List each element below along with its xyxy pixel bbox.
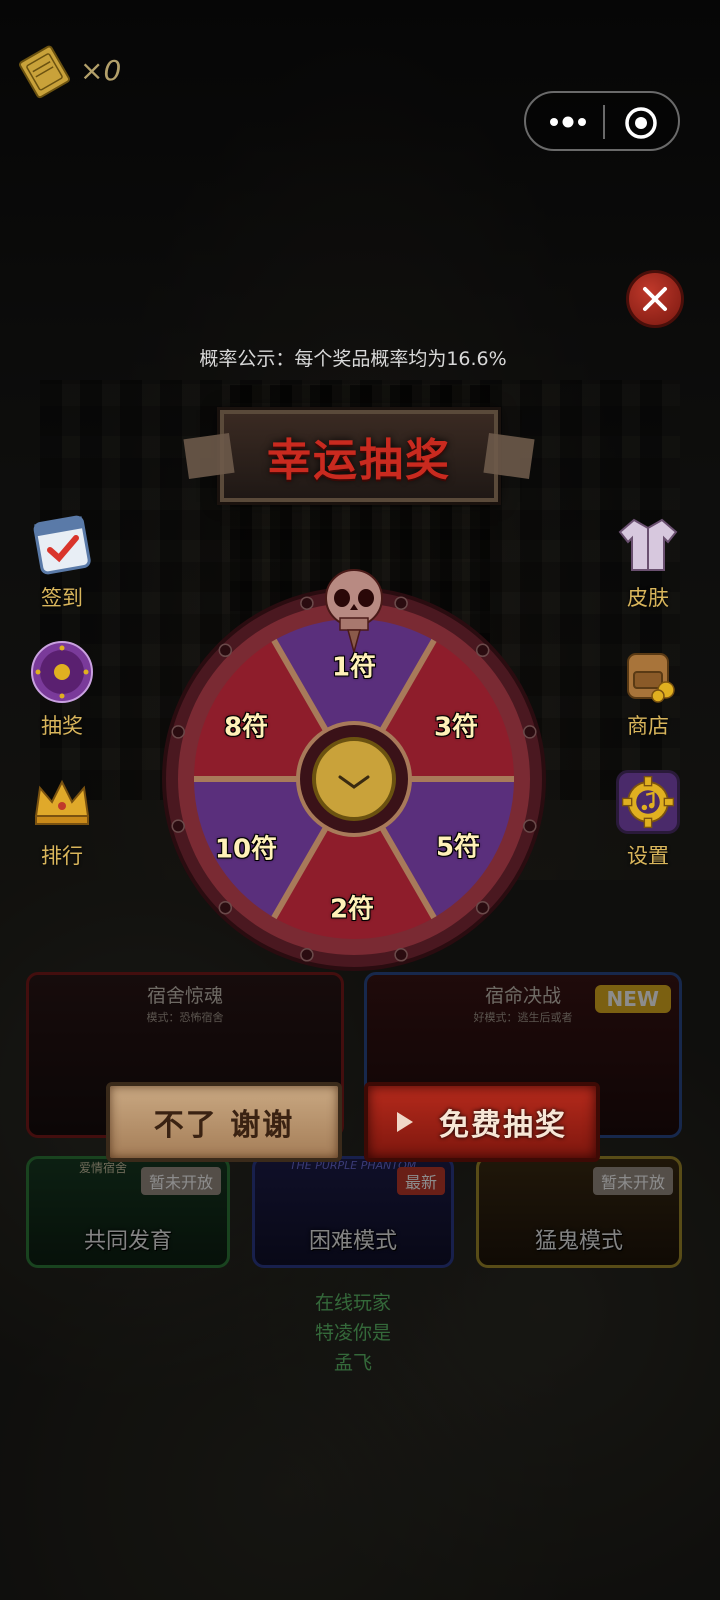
menu-label: 商店 bbox=[627, 714, 669, 738]
title-banner: 幸运抽奖 bbox=[183, 410, 535, 502]
gear-music-icon bbox=[616, 770, 680, 834]
spin-center-button[interactable] bbox=[312, 737, 396, 821]
wheel-bolt bbox=[218, 900, 233, 915]
prize-label-1: 1符 bbox=[331, 652, 377, 683]
decline-button[interactable]: 不了 谢谢 bbox=[106, 1082, 342, 1162]
jacket-icon bbox=[616, 512, 680, 576]
menu-label: 排行 bbox=[41, 844, 83, 868]
prize-label-8: 8符 bbox=[223, 712, 269, 743]
ticket-count: ×0 bbox=[80, 54, 122, 87]
more-options-icon[interactable] bbox=[544, 107, 592, 137]
menu-shop[interactable]: 商店 bbox=[598, 640, 698, 740]
menu-skin[interactable]: 皮肤 bbox=[598, 512, 698, 612]
wheel-bolt bbox=[171, 819, 185, 833]
backpack-icon bbox=[616, 640, 680, 704]
skull-pointer-icon bbox=[325, 569, 383, 652]
menu-ranking[interactable]: 排行 bbox=[12, 770, 112, 870]
wheel-bolt bbox=[300, 948, 314, 962]
lottery-wheel-icon bbox=[30, 640, 94, 704]
menu-label: 皮肤 bbox=[627, 586, 669, 610]
menu-lottery[interactable]: 抽奖 bbox=[12, 640, 112, 740]
free-draw-button[interactable]: 免费抽奖 bbox=[364, 1082, 600, 1162]
miniprogram-capsule bbox=[524, 91, 680, 151]
wheel-bolt bbox=[218, 643, 233, 658]
ticket-icon bbox=[19, 45, 70, 99]
menu-settings[interactable]: 设置 bbox=[598, 770, 698, 870]
close-icon bbox=[643, 287, 667, 311]
probability-notice: 概率公示：每个奖品概率均为16.6% bbox=[199, 348, 507, 370]
close-miniprogram-icon[interactable] bbox=[624, 106, 658, 140]
checkin-calendar-icon bbox=[30, 512, 94, 576]
menu-label: 签到 bbox=[41, 586, 83, 610]
wheel-bolt bbox=[523, 819, 537, 833]
wheel-bolt bbox=[300, 596, 314, 610]
wheel-bolt bbox=[394, 948, 408, 962]
wheel-bolt bbox=[523, 725, 537, 739]
prize-label-2: 2符 bbox=[329, 894, 375, 925]
wheel-bolt bbox=[475, 900, 490, 915]
prize-label-5: 5符 bbox=[435, 832, 481, 863]
play-icon bbox=[397, 1112, 413, 1132]
menu-label: 设置 bbox=[627, 844, 669, 868]
decline-button-label: 不了 谢谢 bbox=[153, 1108, 295, 1143]
wheel-bolt bbox=[171, 725, 185, 739]
close-button[interactable] bbox=[626, 270, 684, 328]
menu-label: 抽奖 bbox=[41, 714, 83, 738]
lottery-title: 幸运抽奖 bbox=[267, 435, 451, 486]
capsule-divider bbox=[603, 105, 605, 139]
banner-tape-right bbox=[483, 432, 535, 480]
crown-icon bbox=[30, 770, 94, 834]
prize-label-10: 10符 bbox=[214, 834, 278, 865]
wheel-bolt bbox=[394, 596, 408, 610]
banner-tape-left bbox=[183, 432, 235, 480]
menu-checkin[interactable]: 签到 bbox=[12, 512, 112, 612]
prize-label-3: 3符 bbox=[433, 712, 479, 743]
free-draw-button-label: 免费抽奖 bbox=[439, 1108, 567, 1143]
wheel-bolt bbox=[475, 643, 490, 658]
